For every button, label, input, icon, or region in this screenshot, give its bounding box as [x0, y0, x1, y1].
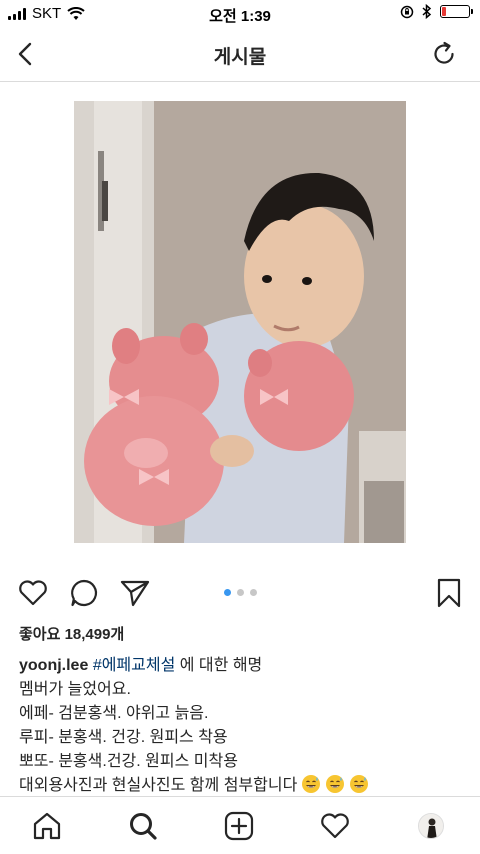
caption-first-line: yoonj.lee #에페교체설 에 대한 해명 [19, 654, 469, 678]
likes-count[interactable]: 좋아요 18,499개 [19, 623, 124, 644]
status-bar: SKT 오전 1:39 [0, 0, 480, 28]
carousel-dot [224, 589, 231, 596]
add-icon[interactable] [222, 809, 256, 843]
caption-line: 에페- 검분홍색. 야위고 늙음. [19, 705, 209, 722]
bookmark-icon[interactable] [432, 576, 466, 610]
status-right [400, 4, 473, 19]
photo-illustration [74, 101, 406, 543]
bottom-nav [0, 796, 480, 854]
caption-line: 멤버가 늘었어요. [19, 681, 131, 698]
avatar-image [419, 814, 443, 838]
caption-username[interactable]: yoonj.lee [19, 657, 88, 674]
comment-icon[interactable] [67, 576, 101, 610]
caption-line: 루피- 분홍색. 건강. 원피스 착용 [19, 729, 228, 746]
post-caption: yoonj.lee #에페교체설 에 대한 해명 멤버가 늘었어요. 에페- 검… [19, 654, 469, 798]
home-icon[interactable] [30, 809, 64, 843]
activity-icon[interactable] [318, 809, 352, 843]
battery-icon [440, 5, 473, 18]
profile-avatar[interactable] [418, 813, 444, 839]
orientation-lock-icon [400, 5, 414, 18]
header: 게시물 [0, 28, 480, 82]
heart-icon[interactable] [16, 576, 50, 610]
post-actions [0, 572, 480, 616]
bluetooth-icon [422, 4, 432, 19]
caption-last-line: 대외용사진과 현실사진도 함께 첨부합니다 [19, 774, 469, 798]
caption-hashtag[interactable]: #에페교체설 [93, 657, 176, 674]
caption-line: 뽀또- 분홍색.건강. 원피스 미착용 [19, 753, 238, 770]
sweat-smile-emoji-icon [326, 775, 345, 793]
carousel-dot [237, 589, 244, 596]
emoji-group [297, 775, 369, 794]
post-photo[interactable] [74, 101, 406, 543]
caption-line: 대외용사진과 현실사진도 함께 첨부합니다 [19, 777, 298, 794]
refresh-icon[interactable] [430, 40, 458, 68]
carousel-dot [250, 589, 257, 596]
page-title: 게시물 [213, 47, 267, 68]
share-icon[interactable] [118, 576, 152, 610]
battery-level [442, 7, 446, 16]
search-icon[interactable] [126, 809, 160, 843]
carousel-indicator [224, 589, 257, 596]
sweat-smile-emoji-icon [350, 775, 369, 793]
caption-title-rest: 에 대한 해명 [179, 657, 263, 674]
sweat-smile-emoji-icon [302, 775, 321, 793]
